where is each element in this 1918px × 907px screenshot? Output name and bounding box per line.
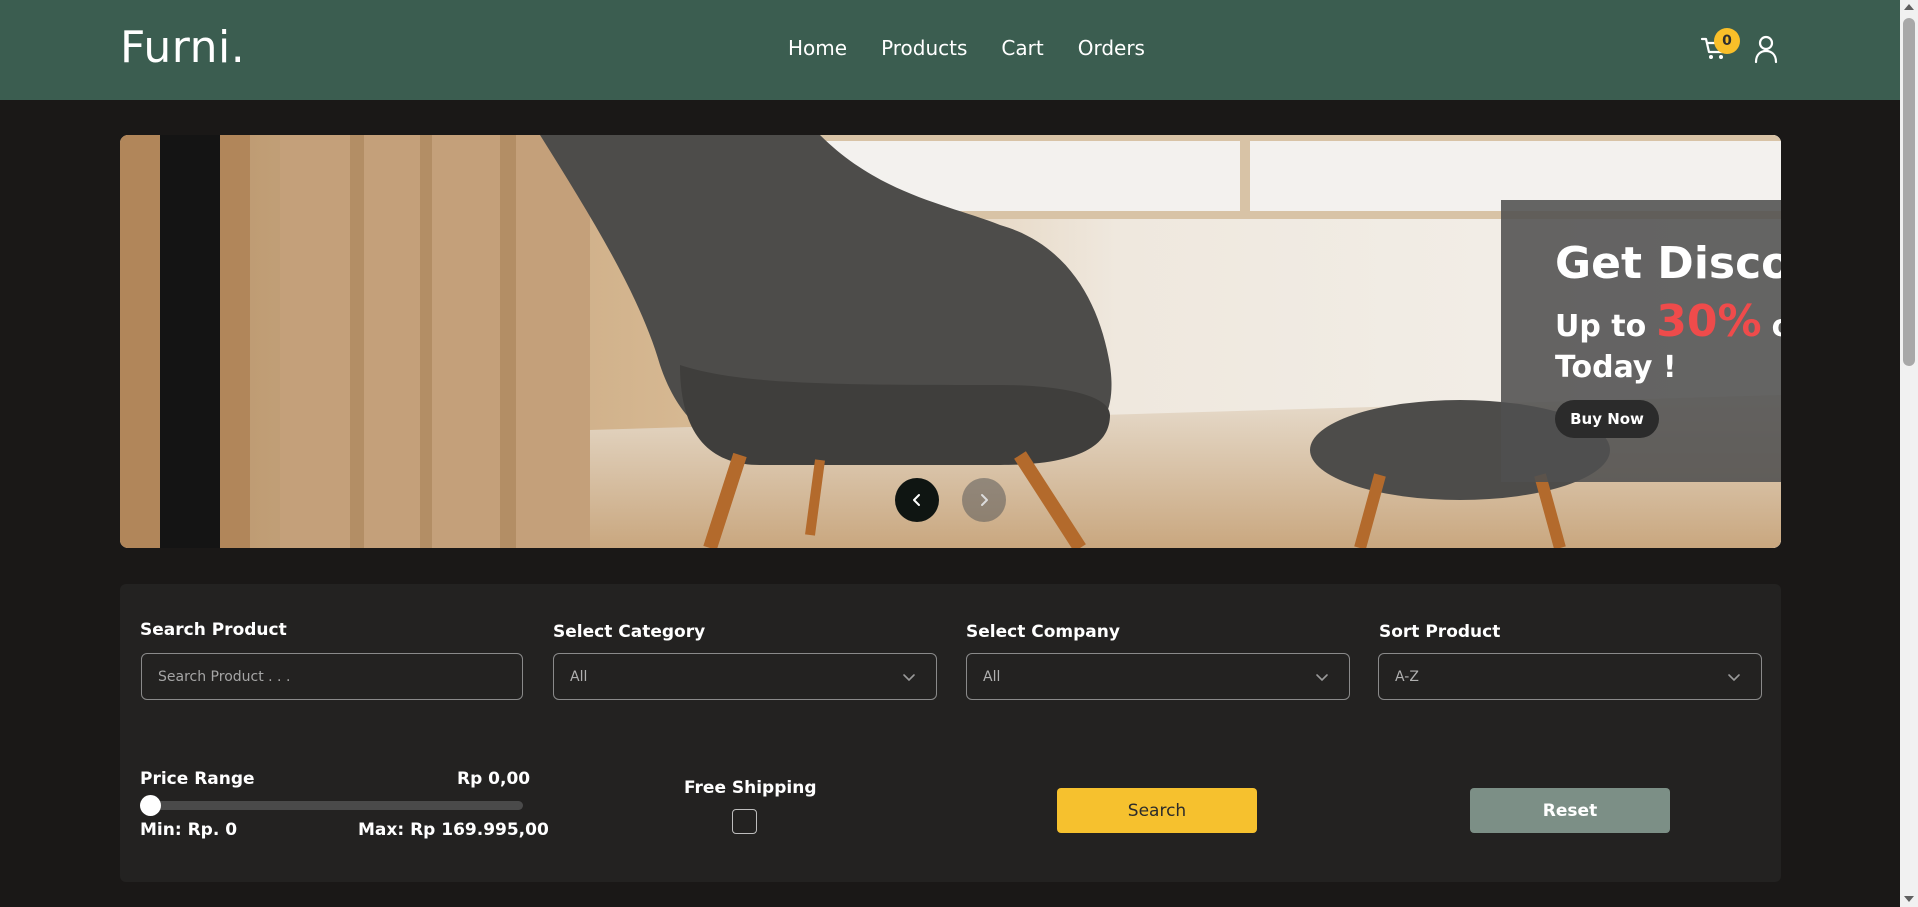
price-current: Rp 0,00	[457, 769, 531, 789]
page-scrollbar[interactable]	[1900, 0, 1918, 907]
chevron-down-icon	[903, 674, 915, 682]
nav-link-cart[interactable]: Cart	[1001, 36, 1043, 60]
price-range-track[interactable]	[140, 801, 523, 810]
promo-percent: 30%	[1656, 296, 1762, 347]
buy-now-button[interactable]: Buy Now	[1555, 400, 1659, 438]
promo-title: Get Discount	[1555, 238, 1781, 289]
category-value: All	[570, 668, 588, 685]
select-company-label: Select Company	[966, 622, 1120, 642]
nav-link-home[interactable]: Home	[788, 36, 847, 60]
promo-today: Today !	[1555, 350, 1677, 385]
search-input[interactable]	[158, 668, 522, 685]
sort-value: A-Z	[1395, 668, 1419, 685]
chevron-down-icon	[1728, 674, 1740, 682]
hero-banner: Get Discount Up to 30% off Today ! Buy N…	[120, 135, 1781, 548]
company-value: All	[983, 668, 1001, 685]
select-category-label: Select Category	[553, 622, 706, 642]
sort-select[interactable]: A-Z	[1378, 653, 1762, 700]
search-button[interactable]: Search	[1057, 788, 1257, 833]
price-range-label: Price Range	[140, 769, 255, 789]
scroll-down-arrow-icon[interactable]	[1904, 896, 1914, 902]
search-input-box[interactable]	[141, 653, 523, 700]
chevron-right-icon	[981, 494, 988, 506]
carousel-prev-button[interactable]	[895, 478, 939, 522]
chevron-left-icon	[913, 494, 920, 506]
price-max: Max: Rp 169.995,00	[358, 820, 549, 840]
company-select[interactable]: All	[966, 653, 1350, 700]
price-min: Min: Rp. 0	[140, 820, 238, 840]
chevron-down-icon	[1316, 674, 1328, 682]
reset-button[interactable]: Reset	[1470, 788, 1670, 833]
free-shipping-label: Free Shipping	[684, 778, 817, 798]
nav-link-orders[interactable]: Orders	[1078, 36, 1145, 60]
cart-count-badge: 0	[1714, 28, 1740, 54]
search-product-label: Search Product	[140, 620, 287, 640]
promo-prefix: Up to	[1555, 309, 1647, 344]
price-range-thumb[interactable]	[140, 795, 161, 816]
nav-link-products[interactable]: Products	[881, 36, 967, 60]
scroll-up-arrow-icon[interactable]	[1904, 4, 1914, 10]
nav-links: Home Products Cart Orders	[788, 36, 1145, 60]
navbar: Furni. Home Products Cart Orders 0	[0, 0, 1900, 100]
promo-line: Up to 30% off	[1555, 296, 1781, 347]
logo[interactable]: Furni.	[120, 22, 245, 73]
carousel-next-button[interactable]	[962, 478, 1006, 522]
category-select[interactable]: All	[553, 653, 937, 700]
scroll-thumb[interactable]	[1903, 18, 1915, 366]
promo-suffix: off	[1772, 309, 1781, 344]
promo-box: Get Discount Up to 30% off Today ! Buy N…	[1501, 200, 1781, 482]
sort-product-label: Sort Product	[1379, 622, 1501, 642]
free-shipping-checkbox[interactable]	[732, 809, 757, 834]
user-icon[interactable]	[1752, 34, 1780, 64]
